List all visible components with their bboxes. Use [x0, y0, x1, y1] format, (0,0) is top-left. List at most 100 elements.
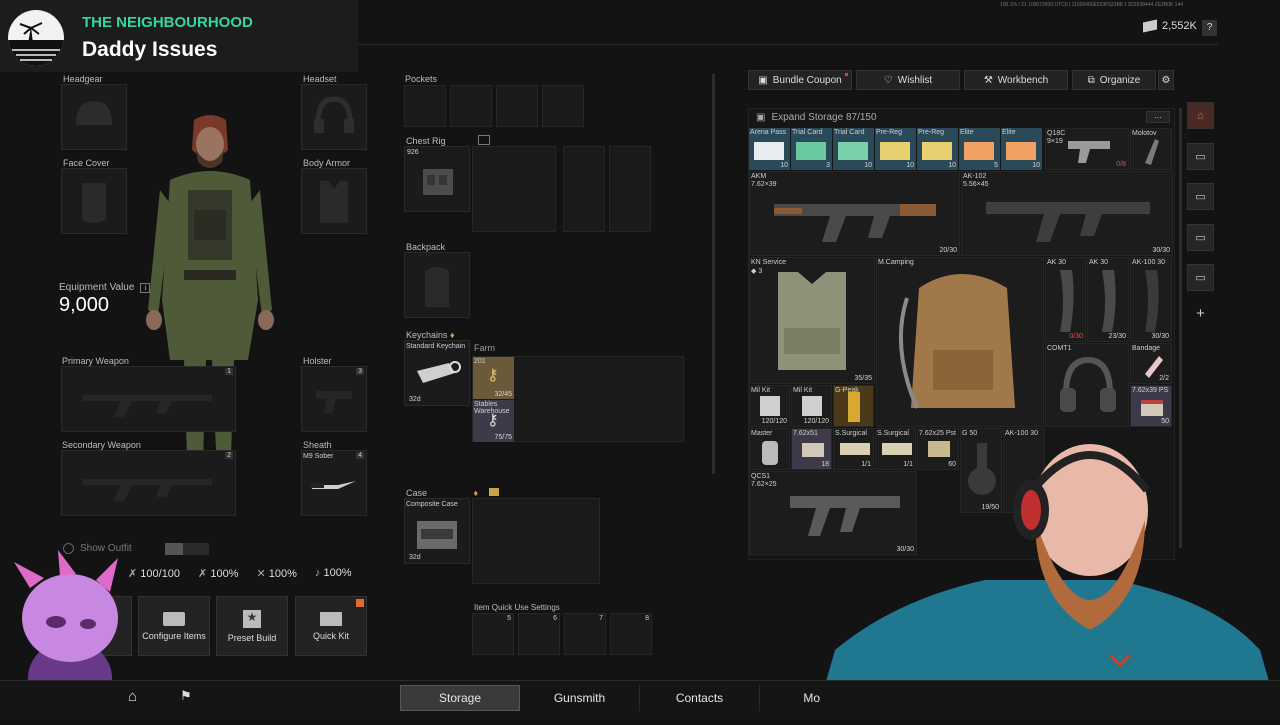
rifle-icon	[774, 204, 936, 242]
item-akm[interactable]: AKM 7.62×39 20/30	[749, 171, 960, 256]
item-name: Pre-Reg	[876, 129, 903, 136]
item-ak102[interactable]: AK-102 5.56×45 30/30	[961, 171, 1173, 256]
item-comt1[interactable]: COMT1	[1045, 343, 1129, 427]
configure-items-button[interactable]: Configure Items	[138, 596, 210, 656]
rig-grid-b[interactable]	[563, 146, 605, 232]
rig-grid-a[interactable]	[472, 146, 556, 232]
tab-contacts[interactable]: Contacts	[640, 685, 760, 711]
backpack-slot[interactable]	[404, 252, 470, 318]
pocket-slot[interactable]	[450, 85, 492, 127]
backpack-icon	[425, 267, 449, 307]
item-trial-card[interactable]: Trial Card 3	[791, 128, 832, 170]
workbench-tab[interactable]: ⚒ Workbench	[964, 70, 1068, 90]
sheath-slot[interactable]: M9 Sober 4	[301, 450, 367, 516]
home-icon[interactable]: ⌂	[128, 688, 137, 705]
quick-kit-button[interactable]: Quick Kit	[295, 596, 367, 656]
rifle-icon	[986, 202, 1150, 242]
rig-sub-label: 926	[407, 149, 419, 156]
case-grid[interactable]	[472, 498, 600, 584]
item-arena-pass[interactable]: Arena Pass 10	[749, 128, 790, 170]
item-762-ps[interactable]: 7.62x39 PS 50	[1130, 385, 1172, 427]
stash-tab-4[interactable]: ▭	[1187, 264, 1214, 291]
item-ak30[interactable]: AK 30 23/30	[1087, 257, 1129, 342]
item-master[interactable]: Master	[749, 428, 790, 470]
item-kn-service[interactable]: KN Service ◆ 3 35/35	[749, 257, 875, 384]
rig-tag-icon[interactable]	[478, 135, 490, 145]
tab-more[interactable]: Mo	[760, 685, 820, 711]
pockets-label: Pockets	[405, 74, 438, 84]
add-stash-tab-button[interactable]: +	[1187, 300, 1214, 327]
item-ak30[interactable]: AK 30 0/30	[1045, 257, 1086, 342]
quick-use-slot-7[interactable]: 7	[564, 613, 606, 655]
rig-grid-c[interactable]	[609, 146, 651, 232]
primary-weapon-slot[interactable]: 1	[61, 366, 236, 432]
item-g-peak[interactable]: G-Peak	[833, 385, 874, 427]
stash-tab-3[interactable]: ▭	[1187, 224, 1214, 251]
item-elite[interactable]: Elite 10	[1001, 128, 1042, 170]
card-icon	[964, 142, 994, 160]
chest-rig-slot[interactable]: 926	[404, 146, 470, 212]
equipment-value-label: Equipment Value i	[59, 282, 151, 293]
currency-amount: 2,552K	[1162, 20, 1197, 32]
key-item-stables[interactable]: Stables Warehouse ⚷ 75/75	[473, 400, 514, 442]
gear-scrollbar[interactable]	[712, 74, 715, 474]
case-label: Case ♦	[406, 488, 499, 498]
storage-header[interactable]: ▣ Expand Storage 87/150	[756, 112, 877, 123]
holster-slot[interactable]: 3	[301, 366, 367, 432]
knife-icon	[310, 481, 356, 489]
cross-icon: ✕	[256, 568, 269, 580]
stash-tab-1[interactable]: ▭	[1187, 143, 1214, 170]
medkit-icon	[802, 396, 822, 416]
wishlist-tab[interactable]: ♡ Wishlist	[856, 70, 960, 90]
storage-more-button[interactable]: ···	[1146, 111, 1170, 123]
item-bandage[interactable]: Bandage 2/2	[1130, 343, 1172, 384]
item-mil-kit[interactable]: Mil Kit 120/120	[791, 385, 832, 427]
keychain-slot[interactable]: Standard Keychain 32d	[404, 340, 470, 406]
backpack-icon	[898, 274, 1015, 409]
rifle-icon	[82, 395, 212, 417]
organize-tab[interactable]: ⧉ Organize	[1072, 70, 1156, 90]
face-cover-slot[interactable]	[61, 168, 127, 234]
quick-use-label: Item Quick Use Settings	[474, 603, 560, 612]
show-outfit-toggle[interactable]	[165, 543, 209, 555]
quick-use-slot-8[interactable]: 8	[610, 613, 652, 655]
headgear-slot[interactable]	[61, 84, 127, 150]
item-pre-reg[interactable]: Pre-Reg 10	[875, 128, 916, 170]
item-mil-kit[interactable]: Mil Kit 120/120	[749, 385, 790, 427]
tab-storage[interactable]: Storage	[400, 685, 520, 711]
item-molotov[interactable]: Molotov	[1130, 128, 1172, 170]
star-doc-icon: ★	[243, 609, 261, 628]
key-item-farm[interactable]: 201 ⚷ 32/45	[473, 357, 514, 399]
card-icon	[880, 142, 910, 160]
flag-icon[interactable]: ⚑	[180, 688, 192, 704]
keychains-text: Keychains	[406, 330, 448, 340]
quick-use-slot-5[interactable]: 5	[472, 613, 514, 655]
item-trial-card[interactable]: Trial Card 10	[833, 128, 874, 170]
quick-use-slot-6[interactable]: 6	[518, 613, 560, 655]
item-elite[interactable]: Elite 5	[959, 128, 1000, 170]
body-armor-slot[interactable]	[301, 168, 367, 234]
card-icon	[838, 142, 868, 160]
secondary-weapon-slot[interactable]: 2	[61, 450, 236, 516]
stash-tab-2[interactable]: ▭	[1187, 183, 1214, 210]
pocket-slot[interactable]	[542, 85, 584, 127]
home-storage-button[interactable]: ⌂	[1187, 102, 1214, 129]
quick-slot-number: 8	[645, 615, 649, 622]
headset-slot[interactable]	[301, 84, 367, 150]
item-ak100[interactable]: AK-100 30 30/30	[1130, 257, 1172, 342]
item-q18c[interactable]: Q18C 9×19 0/8	[1045, 128, 1129, 170]
pocket-slot[interactable]	[404, 85, 446, 127]
preset-build-button[interactable]: ★ Preset Build	[216, 596, 288, 656]
settings-tab[interactable]: ⚙	[1158, 70, 1174, 90]
case-slot[interactable]: Composite Case 32d	[404, 498, 470, 564]
configure-items-label: Configure Items	[142, 630, 206, 641]
item-pre-reg[interactable]: Pre-Reg 10	[917, 128, 958, 170]
bundle-coupon-tab[interactable]: ▣ Bundle Coupon	[748, 70, 852, 90]
info-icon[interactable]: i	[140, 282, 151, 293]
pocket-slot[interactable]	[496, 85, 538, 127]
tab-gunsmith[interactable]: Gunsmith	[520, 685, 640, 711]
item-m-camping[interactable]: M.Camping	[876, 257, 1044, 427]
help-button[interactable]: ?	[1202, 20, 1217, 36]
rifle-icon	[82, 479, 212, 501]
body-armor-label: Body Armor	[303, 158, 351, 168]
